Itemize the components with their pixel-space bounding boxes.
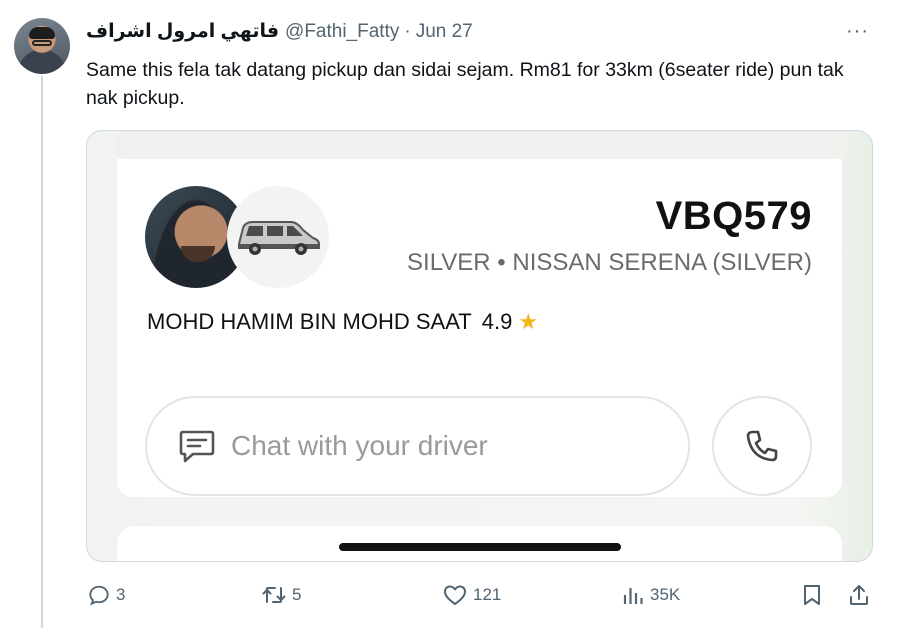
reply-count: 3 [116, 585, 126, 604]
view-count: 35K [650, 585, 681, 604]
tweet-text: Same this fela tak datang pickup dan sid… [86, 59, 844, 109]
reply-button[interactable]: 3 [88, 584, 125, 606]
views-icon [623, 588, 643, 604]
bookmark-icon [804, 585, 820, 605]
like-icon [444, 585, 466, 605]
avatar-hair [29, 27, 55, 39]
driver-name: MOHD HAMIM BIN MOHD SAAT [147, 309, 472, 334]
star-icon: ★ [518, 309, 539, 334]
chat-bubble-icon [179, 430, 215, 463]
bookmark-button[interactable] [802, 584, 822, 606]
tweet-media-image[interactable]: VBQ579 SILVER • NISSAN SERENA (SILVER) M… [86, 130, 873, 562]
avatar-glasses [32, 40, 52, 46]
like-button[interactable]: 121 [443, 584, 501, 606]
home-indicator [339, 543, 621, 551]
car-icon [238, 221, 320, 255]
vehicle-description: SILVER • NISSAN SERENA (SILVER) [407, 249, 812, 276]
author-name[interactable]: فاتهي امرول اشراف [86, 20, 279, 43]
screenshot-top-strip [117, 131, 842, 159]
ride-driver-card: VBQ579 SILVER • NISSAN SERENA (SILVER) M… [117, 159, 842, 497]
reply-icon [89, 585, 109, 606]
license-plate: VBQ579 [655, 194, 812, 238]
share-icon [850, 585, 868, 605]
retweet-icon [262, 587, 286, 603]
driver-beard [181, 246, 215, 262]
more-options-button[interactable]: ··· [846, 20, 869, 43]
tweet-date[interactable]: Jun 27 [416, 21, 473, 43]
thread-line [41, 76, 43, 628]
phone-icon [746, 430, 778, 462]
car-thumbnail [227, 186, 329, 288]
chat-with-driver-button[interactable]: Chat with your driver [145, 396, 690, 496]
driver-rating: 4.9 [481, 309, 513, 334]
views-button[interactable]: 35K [622, 584, 680, 606]
header-separator: · [404, 20, 411, 42]
call-driver-button[interactable] [712, 396, 812, 496]
retweet-count: 5 [292, 585, 302, 604]
tweet-actions: 3 5 121 35K [0, 584, 898, 610]
author-handle[interactable]: @Fathi_Fatty [285, 21, 399, 43]
author-avatar[interactable] [14, 18, 70, 74]
share-button[interactable] [848, 584, 870, 606]
driver-info: MOHD HAMIM BIN MOHD SAAT 4.9 ★ [147, 309, 538, 335]
tweet-header: فاتهي امرول اشراف @Fathi_Fatty · Jun 27 [86, 20, 473, 43]
retweet-button[interactable]: 5 [262, 584, 301, 606]
like-count: 121 [473, 585, 502, 604]
chat-placeholder: Chat with your driver [231, 430, 488, 461]
